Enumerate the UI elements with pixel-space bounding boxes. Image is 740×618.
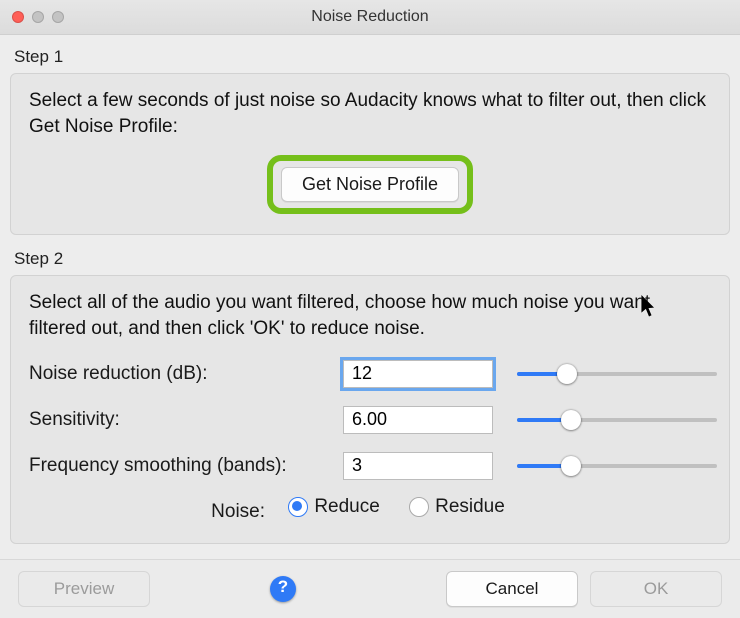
titlebar: Noise Reduction bbox=[0, 0, 740, 35]
frequency-smoothing-input[interactable] bbox=[343, 452, 493, 480]
ok-button[interactable]: OK bbox=[590, 571, 722, 607]
dialog-button-bar: Preview Cancel OK bbox=[0, 559, 740, 618]
noise-reduction-label: Noise reduction (dB): bbox=[29, 363, 329, 385]
window-title: Noise Reduction bbox=[0, 8, 740, 26]
noise-radio-reduce[interactable]: Reduce bbox=[288, 496, 380, 518]
noise-reduction-slider[interactable] bbox=[517, 362, 717, 386]
step2-panel: Select all of the audio you want filtere… bbox=[10, 275, 730, 543]
step2-heading: Step 2 bbox=[4, 245, 736, 275]
noise-radio-label: Noise: bbox=[211, 501, 265, 522]
noise-radio-group: Noise: Reduce Residue bbox=[29, 496, 711, 523]
annotation-highlight: Get Noise Profile bbox=[267, 155, 473, 214]
step1-panel: Select a few seconds of just noise so Au… bbox=[10, 73, 730, 235]
noise-radio-reduce-label: Reduce bbox=[314, 496, 380, 518]
sensitivity-label: Sensitivity: bbox=[29, 409, 329, 431]
sensitivity-input[interactable] bbox=[343, 406, 493, 434]
step2-instructions: Select all of the audio you want filtere… bbox=[29, 290, 711, 341]
noise-radio-residue[interactable]: Residue bbox=[409, 496, 505, 518]
frequency-smoothing-label: Frequency smoothing (bands): bbox=[29, 455, 329, 477]
step1-heading: Step 1 bbox=[4, 43, 736, 73]
noise-radio-residue-label: Residue bbox=[435, 496, 505, 518]
noise-reduction-input[interactable] bbox=[343, 360, 493, 388]
frequency-smoothing-slider[interactable] bbox=[517, 454, 717, 478]
get-noise-profile-button[interactable]: Get Noise Profile bbox=[281, 167, 459, 202]
radio-selected-icon bbox=[288, 497, 308, 517]
cancel-button[interactable]: Cancel bbox=[446, 571, 578, 607]
step1-instructions: Select a few seconds of just noise so Au… bbox=[29, 88, 711, 139]
help-icon[interactable] bbox=[270, 576, 296, 602]
radio-unselected-icon bbox=[409, 497, 429, 517]
sensitivity-slider[interactable] bbox=[517, 408, 717, 432]
preview-button[interactable]: Preview bbox=[18, 571, 150, 607]
